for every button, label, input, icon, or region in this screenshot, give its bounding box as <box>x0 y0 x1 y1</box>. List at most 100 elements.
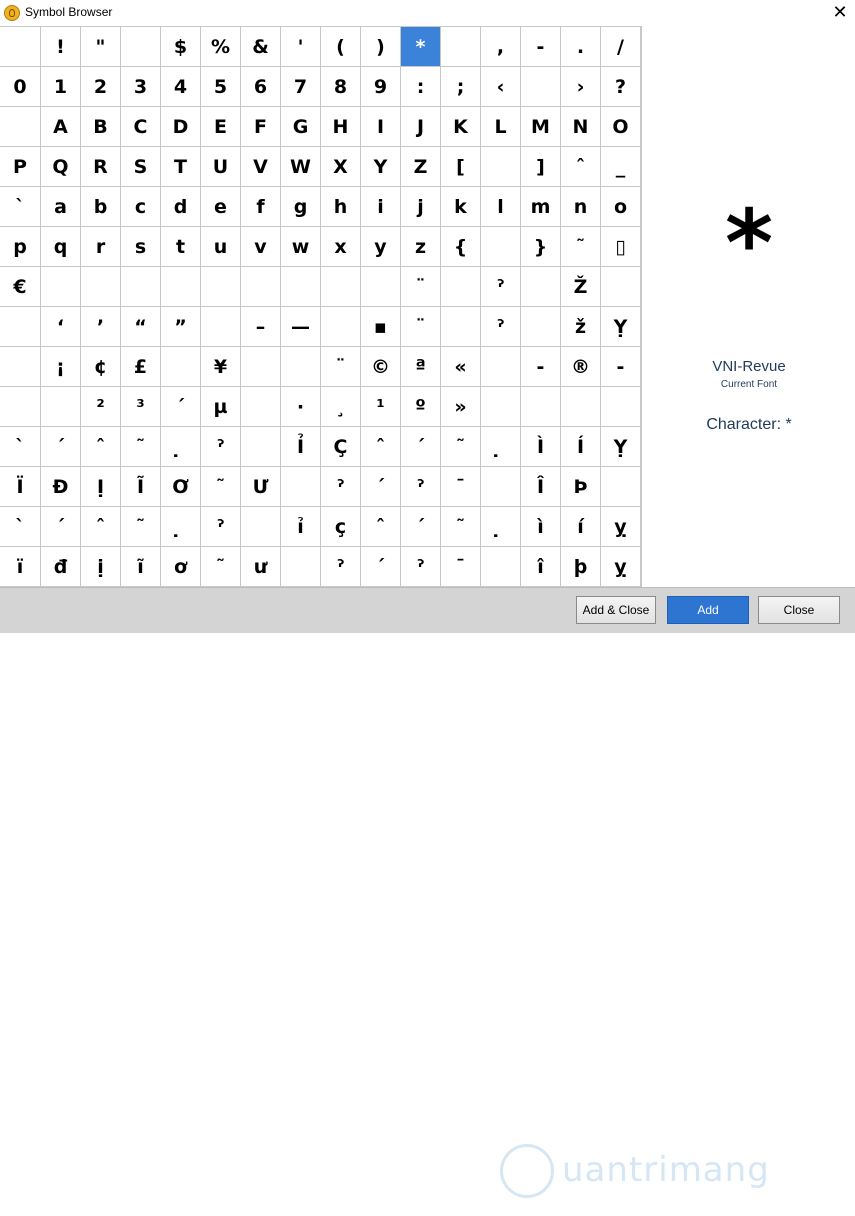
symbol-cell[interactable]: Ị <box>81 467 121 507</box>
symbol-cell[interactable] <box>0 27 41 67</box>
symbol-cell[interactable]: Ì <box>521 427 561 467</box>
symbol-cell[interactable] <box>281 347 321 387</box>
symbol-cell[interactable]: Ĩ <box>121 467 161 507</box>
symbol-cell[interactable]: — <box>281 307 321 347</box>
symbol-cell[interactable]: þ <box>561 547 601 587</box>
symbol-cell[interactable]: L <box>481 107 521 147</box>
symbol-cell[interactable]: b <box>81 187 121 227</box>
symbol-cell[interactable]: « <box>441 347 481 387</box>
symbol-cell[interactable]: j <box>401 187 441 227</box>
symbol-cell[interactable]: o <box>601 187 641 227</box>
symbol-cell[interactable] <box>601 267 641 307</box>
symbol-cell[interactable]: € <box>0 267 41 307</box>
symbol-cell[interactable]: ¸ <box>321 387 361 427</box>
symbol-cell[interactable]: ! <box>41 27 81 67</box>
symbol-cell[interactable]: ˊ <box>41 507 81 547</box>
symbol-cell[interactable]: ˆ <box>81 427 121 467</box>
symbol-cell[interactable]: Ç <box>321 427 361 467</box>
symbol-cell[interactable] <box>521 67 561 107</box>
symbol-cell[interactable]: Ỉ <box>281 427 321 467</box>
symbol-cell[interactable]: e <box>201 187 241 227</box>
symbol-cell[interactable]: h <box>321 187 361 227</box>
symbol-cell[interactable] <box>121 27 161 67</box>
symbol-cell[interactable]: Ơ <box>161 467 201 507</box>
symbol-cell[interactable]: Ï <box>0 467 41 507</box>
symbol-cell[interactable]: ỉ <box>281 507 321 547</box>
symbol-cell[interactable]: “ <box>121 307 161 347</box>
symbol-cell[interactable] <box>0 307 41 347</box>
symbol-cell[interactable]: S <box>121 147 161 187</box>
symbol-cell[interactable]: ž <box>561 307 601 347</box>
symbol-cell[interactable] <box>321 267 361 307</box>
symbol-cell[interactable]: 8 <box>321 67 361 107</box>
symbol-cell[interactable]: ˀ <box>401 547 441 587</box>
symbol-cell[interactable]: c <box>121 187 161 227</box>
symbol-cell[interactable]: ˊ <box>401 427 441 467</box>
add-and-close-button[interactable]: Add & Close <box>576 596 656 624</box>
symbol-cell[interactable]: Í <box>561 427 601 467</box>
symbol-cell[interactable]: ¨ <box>401 307 441 347</box>
symbol-cell[interactable]: ¨ <box>321 347 361 387</box>
symbol-cell[interactable] <box>521 267 561 307</box>
symbol-cell[interactable] <box>441 267 481 307</box>
symbol-cell[interactable]: µ <box>201 387 241 427</box>
add-button[interactable]: Add <box>667 596 749 624</box>
symbol-cell[interactable]: u <box>201 227 241 267</box>
symbol-cell[interactable]: ï <box>0 547 41 587</box>
symbol-cell[interactable]: ’ <box>81 307 121 347</box>
symbol-cell[interactable]: ̣ <box>161 507 201 547</box>
symbol-cell[interactable] <box>481 227 521 267</box>
symbol-cell[interactable]: ỵ <box>601 507 641 547</box>
symbol-cell[interactable]: 6 <box>241 67 281 107</box>
symbol-cell[interactable]: E <box>201 107 241 147</box>
symbol-cell[interactable]: - <box>601 347 641 387</box>
symbol-cell[interactable]: J <box>401 107 441 147</box>
symbol-cell[interactable]: » <box>441 387 481 427</box>
symbol-cell[interactable] <box>481 387 521 427</box>
symbol-cell[interactable]: { <box>441 227 481 267</box>
symbol-cell[interactable]: ˜ <box>561 227 601 267</box>
symbol-cell[interactable]: ˆ <box>361 507 401 547</box>
symbol-cell[interactable]: ˀ <box>321 467 361 507</box>
symbol-cell[interactable]: H <box>321 107 361 147</box>
symbol-cell[interactable]: t <box>161 227 201 267</box>
symbol-cell[interactable] <box>121 267 161 307</box>
symbol-cell[interactable]: ỵ <box>601 547 641 587</box>
close-button[interactable]: Close <box>758 596 840 624</box>
symbol-cell[interactable]: r <box>81 227 121 267</box>
symbol-cell[interactable] <box>241 507 281 547</box>
symbol-cell[interactable]: y <box>361 227 401 267</box>
symbol-cell[interactable]: Y <box>361 147 401 187</box>
symbol-cell[interactable] <box>41 387 81 427</box>
symbol-cell[interactable]: í <box>561 507 601 547</box>
symbol-cell[interactable]: A <box>41 107 81 147</box>
symbol-cell[interactable]: k <box>441 187 481 227</box>
symbol-cell[interactable]: ˀ <box>321 547 361 587</box>
symbol-cell[interactable]: – <box>241 307 281 347</box>
symbol-cell[interactable]: ? <box>601 67 641 107</box>
symbol-cell[interactable] <box>481 147 521 187</box>
symbol-cell[interactable]: ¡ <box>41 347 81 387</box>
symbol-cell[interactable]: Q <box>41 147 81 187</box>
symbol-cell[interactable]: ì <box>521 507 561 547</box>
symbol-cell[interactable]: Ỵ <box>601 307 641 347</box>
symbol-cell[interactable] <box>281 547 321 587</box>
symbol-cell[interactable]: ç <box>321 507 361 547</box>
symbol-cell[interactable]: ³ <box>121 387 161 427</box>
symbol-cell[interactable] <box>0 387 41 427</box>
symbol-cell[interactable] <box>361 267 401 307</box>
symbol-cell[interactable]: _ <box>601 147 641 187</box>
symbol-cell[interactable]: N <box>561 107 601 147</box>
symbol-cell[interactable]: ▯ <box>601 227 641 267</box>
symbol-cell[interactable]: U <box>201 147 241 187</box>
symbol-cell[interactable]: & <box>241 27 281 67</box>
symbol-cell[interactable]: ˜ <box>121 427 161 467</box>
symbol-cell[interactable]: ² <box>81 387 121 427</box>
symbol-cell[interactable]: l <box>481 187 521 227</box>
symbol-cell[interactable]: [ <box>441 147 481 187</box>
symbol-cell[interactable]: 3 <box>121 67 161 107</box>
symbol-cell[interactable]: ˆ <box>561 147 601 187</box>
symbol-cell[interactable]: ` <box>0 187 41 227</box>
symbol-cell[interactable]: T <box>161 147 201 187</box>
symbol-cell[interactable]: ĩ <box>121 547 161 587</box>
